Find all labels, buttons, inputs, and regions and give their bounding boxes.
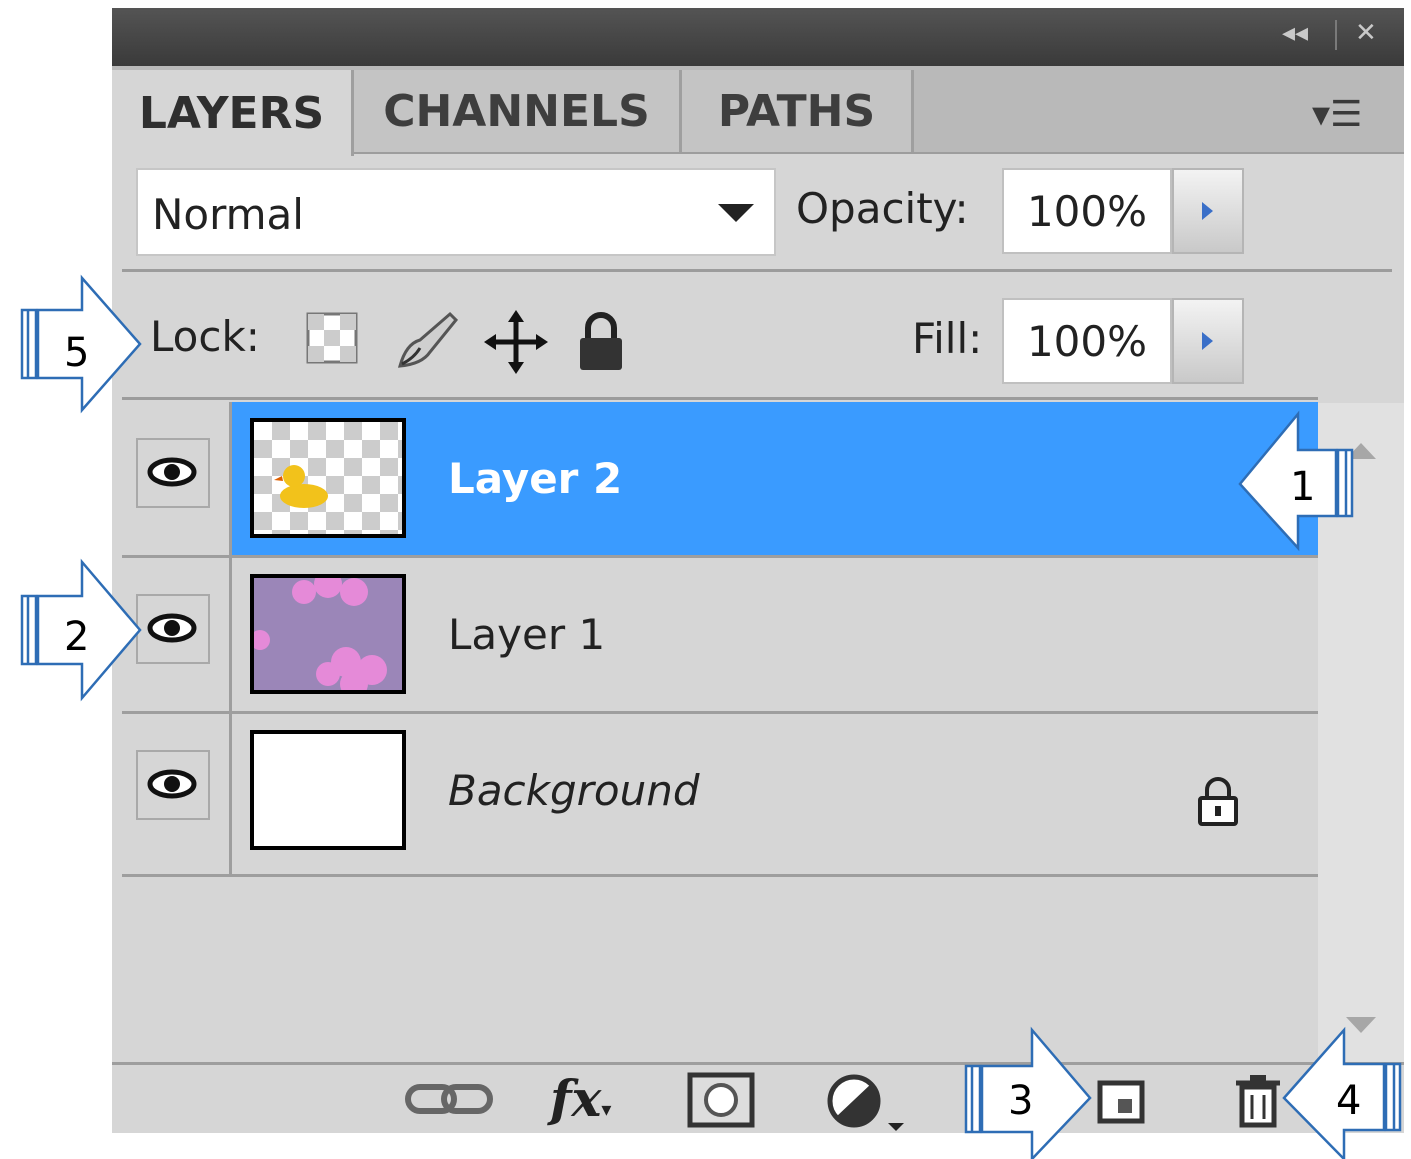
- callout-number-5: 5: [64, 330, 90, 376]
- callout-number-1: 1: [1290, 464, 1316, 510]
- callout-arrow-4-body: [1282, 1026, 1386, 1159]
- callout-number-3: 3: [1008, 1078, 1034, 1124]
- callout-overlay: [20, 274, 1402, 1159]
- callout-number-2: 2: [64, 614, 90, 660]
- callout-number-4: 4: [1336, 1078, 1362, 1124]
- callout-arrow-3-body: [980, 1026, 1092, 1159]
- callout-arrow-1-body: [1238, 410, 1338, 552]
